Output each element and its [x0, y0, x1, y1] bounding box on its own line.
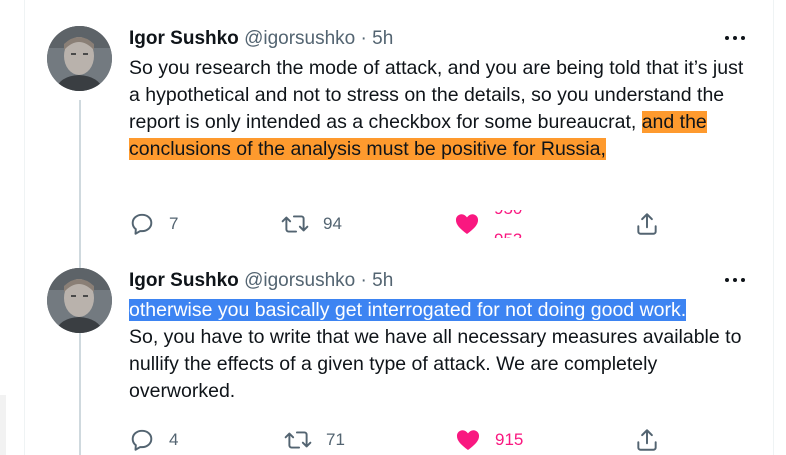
author-name[interactable]: Igor Sushko [129, 270, 239, 291]
author-name[interactable]: Igor Sushko [129, 28, 239, 49]
avatar[interactable] [47, 26, 112, 91]
separator-dot: · [360, 28, 367, 49]
author-handle[interactable]: @igorsushko [244, 270, 355, 291]
like-button[interactable]: 950 953 [454, 210, 534, 238]
retweet-count: 94 [323, 214, 342, 233]
retweet-button[interactable]: 94 [281, 210, 342, 238]
left-edge-strip [0, 395, 6, 455]
reply-icon [131, 429, 153, 451]
more-options-icon[interactable] [725, 272, 749, 288]
tweet-actions: 7 94 950 953 [129, 210, 689, 238]
share-icon [637, 429, 657, 451]
reply-icon [131, 213, 153, 235]
heart-filled-icon [455, 214, 479, 234]
tweet-header: Igor Sushko @igorsushko · 5h [129, 268, 759, 294]
retweet-icon [284, 431, 312, 449]
share-icon [637, 213, 657, 235]
reply-count: 4 [169, 430, 179, 449]
timestamp[interactable]: 5h [372, 28, 393, 49]
retweet-icon [281, 215, 309, 233]
tweet-content: Igor Sushko @igorsushko · 5h otherwise y… [129, 268, 759, 405]
share-button[interactable] [634, 426, 660, 454]
reply-button[interactable]: 4 [129, 426, 178, 454]
reply-button[interactable]: 7 [129, 210, 178, 238]
tweet-text: So you research the mode of attack, and … [129, 55, 759, 163]
like-count-old: 950 [494, 210, 522, 219]
author-handle[interactable]: @igorsushko [244, 28, 355, 49]
tweet-actions: 4 71 915 [129, 426, 689, 454]
retweet-button[interactable]: 71 [284, 426, 345, 454]
like-count-animating: 950 953 [494, 210, 534, 238]
share-button[interactable] [634, 210, 660, 238]
tweet-text: otherwise you basically get interrogated… [129, 297, 759, 405]
tweet-text-plain: So, you have to write that we have all n… [129, 326, 742, 402]
reply-count: 7 [169, 214, 179, 233]
tweet-text-highlight: otherwise you basically get interrogated… [129, 299, 687, 321]
more-options-icon[interactable] [725, 30, 749, 46]
like-button[interactable]: 915 [455, 426, 523, 454]
tweet-header: Igor Sushko @igorsushko · 5h [129, 26, 759, 52]
retweet-count: 71 [326, 430, 345, 449]
tweet-content: Igor Sushko @igorsushko · 5h So you rese… [129, 26, 759, 163]
separator-dot: · [360, 270, 367, 291]
like-count: 915 [495, 430, 524, 449]
heart-filled-icon [456, 430, 480, 450]
timestamp[interactable]: 5h [372, 270, 393, 291]
like-count-new: 953 [494, 230, 522, 238]
avatar[interactable] [47, 268, 112, 333]
